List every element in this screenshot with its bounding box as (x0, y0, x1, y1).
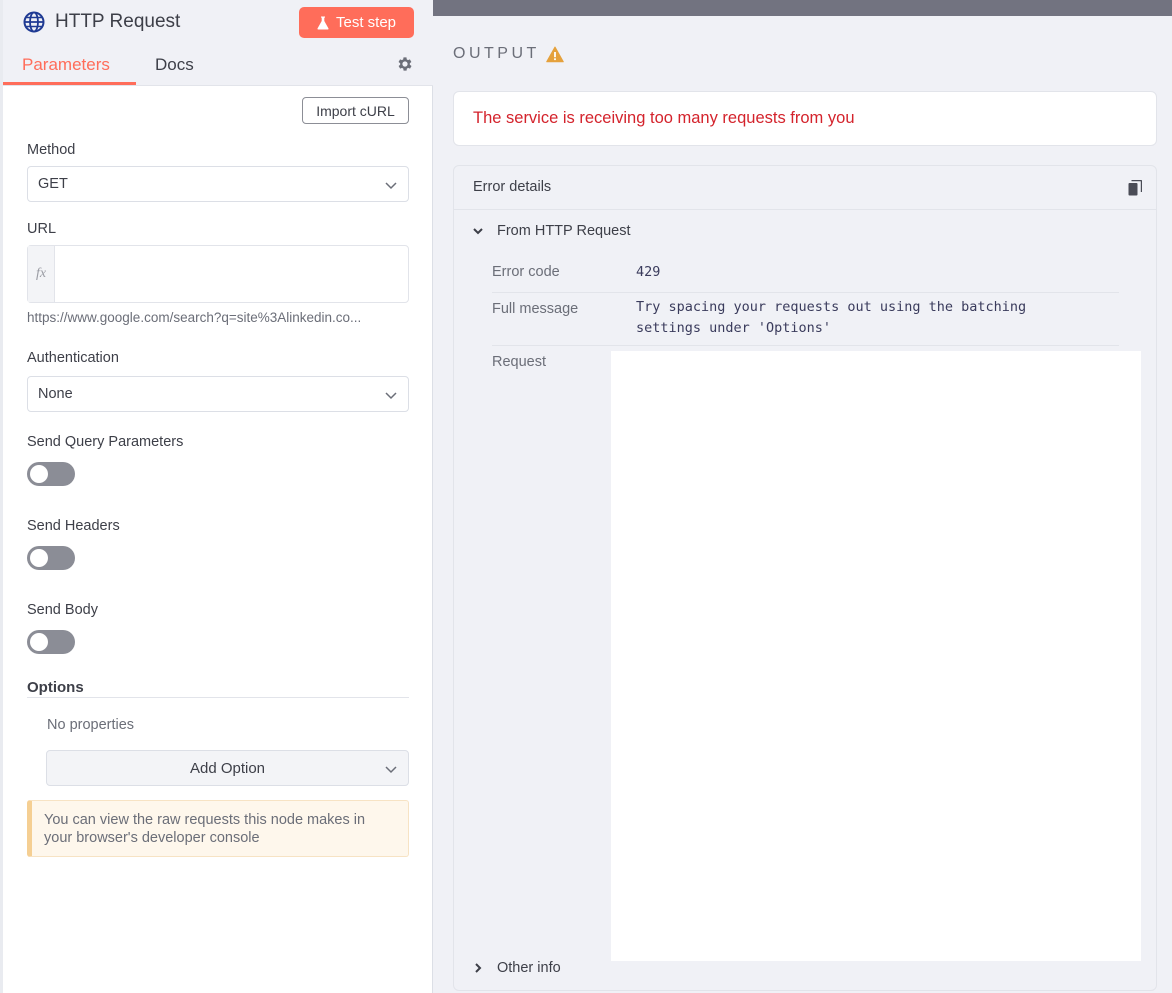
toggle-knob (30, 465, 48, 483)
canvas-top-bar (433, 0, 1172, 16)
error-message: The service is receiving too many reques… (473, 109, 855, 127)
error-details-card: Error details From HTTP Request Error co… (453, 165, 1157, 991)
caret-down-icon (472, 225, 484, 237)
import-curl-button[interactable]: Import cURL (302, 97, 409, 124)
send-body-toggle[interactable] (27, 630, 75, 654)
toggle-knob (30, 633, 48, 651)
error-details-title: Error details (473, 179, 552, 195)
copy-icon[interactable] (1128, 180, 1142, 196)
full-message-line: Try spacing your requests out using the … (636, 299, 1027, 315)
chevron-down-icon (384, 762, 398, 776)
full-message-value: Try spacing your requests out using the … (636, 297, 1026, 339)
send-query-label: Send Query Parameters (27, 434, 184, 450)
row-divider (492, 292, 1119, 293)
node-parameters-panel: HTTP Request Test step Parameters Docs I… (0, 0, 433, 993)
flask-icon (317, 16, 329, 30)
from-http-request-section[interactable]: From HTTP Request (472, 223, 631, 239)
other-info-section[interactable]: Other info (472, 960, 561, 976)
add-option-dropdown[interactable]: Add Option (46, 750, 409, 786)
test-step-label: Test step (335, 14, 397, 31)
row-divider (492, 345, 1119, 346)
panel-header: HTTP Request Test step Parameters Docs (3, 0, 433, 86)
output-label: OUTPUT (453, 45, 540, 62)
expression-fx-icon[interactable]: fx (28, 246, 55, 302)
gear-icon[interactable] (396, 55, 414, 73)
error-code-key: Error code (492, 264, 560, 280)
url-input[interactable]: fx (27, 245, 409, 303)
error-details-header: Error details (454, 166, 1156, 210)
request-content-box (611, 351, 1141, 961)
node-title-row: HTTP Request (23, 8, 180, 36)
authentication-value: None (38, 386, 73, 402)
output-header: OUTPUT (453, 45, 564, 63)
from-http-request-label: From HTTP Request (497, 223, 631, 239)
active-tab-indicator (3, 82, 136, 85)
send-body-label: Send Body (27, 602, 98, 618)
add-option-label: Add Option (189, 759, 266, 777)
url-label: URL (27, 221, 57, 237)
method-select[interactable]: GET (27, 166, 409, 202)
full-message-line: settings under 'Options' (636, 320, 832, 336)
tab-docs[interactable]: Docs (155, 55, 194, 86)
error-message-banner: The service is receiving too many reques… (453, 91, 1157, 146)
test-step-button[interactable]: Test step (299, 7, 414, 38)
send-headers-toggle[interactable] (27, 546, 75, 570)
options-divider (27, 697, 409, 698)
other-info-label: Other info (497, 960, 561, 976)
method-label: Method (27, 142, 76, 158)
panel-edge (0, 0, 3, 993)
error-code-value: 429 (636, 264, 661, 280)
full-message-key: Full message (492, 301, 579, 317)
options-label: Options (27, 679, 84, 696)
globe-icon (23, 11, 45, 33)
no-properties-text: No properties (47, 717, 135, 733)
request-key: Request (492, 354, 547, 370)
send-headers-label: Send Headers (27, 518, 120, 534)
chevron-down-icon (384, 178, 398, 192)
method-value: GET (38, 176, 68, 192)
toggle-knob (30, 549, 48, 567)
warning-icon (545, 46, 564, 63)
chevron-down-icon (384, 388, 398, 402)
authentication-select[interactable]: None (27, 376, 409, 412)
authentication-label: Authentication (27, 350, 119, 366)
developer-console-notice: You can view the raw requests this node … (27, 800, 409, 857)
caret-right-icon (472, 962, 484, 974)
node-title[interactable]: HTTP Request (55, 11, 180, 33)
url-resolved-hint: https://www.google.com/search?q=site%3Al… (27, 310, 362, 325)
send-query-toggle[interactable] (27, 462, 75, 486)
